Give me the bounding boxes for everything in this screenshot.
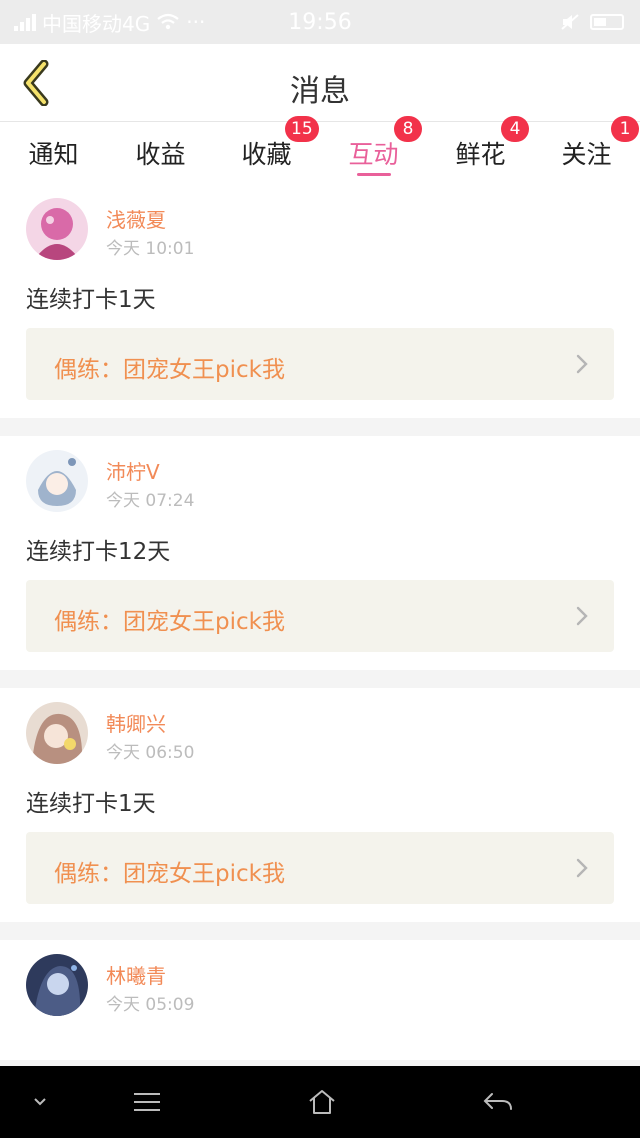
- message-card: 沛柠V 今天 07:24 连续打卡12天 偶练：团宠女王pick我: [0, 436, 640, 670]
- avatar[interactable]: [26, 954, 88, 1016]
- tab-label: 关注: [561, 140, 612, 169]
- message-list: 浅薇夏 今天 10:01 连续打卡1天 偶练：团宠女王pick我 沛柠V 今天 …: [0, 184, 640, 1060]
- user-name[interactable]: 浅薇夏: [106, 204, 166, 233]
- user-name[interactable]: 沛柠V: [106, 456, 160, 485]
- linked-work-card[interactable]: 偶练：团宠女王pick我: [26, 328, 614, 400]
- tab-interaction[interactable]: 互动 8: [320, 116, 427, 184]
- battery-icon: [590, 14, 624, 30]
- avatar-image: [26, 702, 88, 764]
- chevron-down-icon: [34, 1098, 46, 1106]
- tab-badge: 1: [611, 116, 639, 142]
- message-time: 今天 07:24: [106, 491, 195, 511]
- user-name[interactable]: 林曦青: [106, 960, 166, 989]
- tab-badge: 8: [394, 116, 422, 142]
- home-icon: [309, 1090, 335, 1114]
- user-name[interactable]: 韩卿兴: [106, 708, 166, 737]
- message-card: 林曦青 今天 05:09: [0, 940, 640, 1060]
- nav-menu-button[interactable]: [122, 1066, 172, 1138]
- tab-badge: 4: [501, 116, 529, 142]
- linked-work-card[interactable]: 偶练：团宠女王pick我: [26, 580, 614, 652]
- back-icon: [483, 1093, 512, 1110]
- mute-icon: [561, 14, 579, 30]
- status-right: [560, 13, 624, 31]
- menu-icon: [134, 1093, 160, 1111]
- message-card: 韩卿兴 今天 06:50 连续打卡1天 偶练：团宠女王pick我: [0, 688, 640, 922]
- carrier-label: 中国移动4G: [42, 11, 151, 36]
- linked-work-card[interactable]: 偶练：团宠女王pick我: [26, 832, 614, 904]
- avatar-image: [26, 954, 88, 1016]
- tab-badge: 15: [285, 116, 319, 142]
- chevron-right-icon: [576, 858, 588, 878]
- tab-notice[interactable]: 通知: [0, 122, 107, 184]
- tab-label: 收藏: [241, 140, 292, 169]
- linked-work-title: 偶练：团宠女王pick我: [54, 861, 285, 887]
- avatar-image: [26, 198, 88, 260]
- tab-flowers[interactable]: 鲜花 4: [427, 116, 534, 184]
- chevron-right-icon: [576, 606, 588, 626]
- nav-back-button[interactable]: [470, 1066, 526, 1138]
- page-title: 消息: [290, 74, 350, 109]
- message-content: 连续打卡1天: [26, 287, 156, 313]
- wifi-icon: [157, 13, 179, 30]
- message-content: 连续打卡1天: [26, 791, 156, 817]
- chevron-right-icon: [576, 354, 588, 374]
- more-dots-icon: ···: [186, 10, 206, 34]
- avatar-image: [26, 450, 88, 512]
- status-left: 中国移动4G ···: [14, 8, 205, 37]
- tab-label: 收益: [135, 140, 186, 169]
- tab-favorites[interactable]: 收藏 15: [213, 116, 320, 184]
- nav-home-button[interactable]: [296, 1066, 348, 1138]
- tab-follow[interactable]: 关注 1: [533, 116, 640, 184]
- header: 消息: [0, 44, 640, 122]
- active-tab-indicator: [356, 173, 391, 176]
- avatar[interactable]: [26, 702, 88, 764]
- message-card: 浅薇夏 今天 10:01 连续打卡1天 偶练：团宠女王pick我: [0, 184, 640, 418]
- system-nav-bar: [0, 1066, 640, 1138]
- status-bar: 中国移动4G ··· 19:56: [0, 0, 640, 44]
- linked-work-title: 偶练：团宠女王pick我: [54, 357, 285, 383]
- message-content: 连续打卡12天: [26, 539, 171, 565]
- message-time: 今天 10:01: [106, 239, 195, 259]
- avatar[interactable]: [26, 198, 88, 260]
- message-time: 今天 05:09: [106, 995, 195, 1015]
- linked-work-title: 偶练：团宠女王pick我: [54, 609, 285, 635]
- nav-collapse-button[interactable]: [20, 1066, 60, 1138]
- tab-bar: 通知 收益 收藏 15 互动 8 鲜花 4 关注 1: [0, 116, 640, 184]
- message-time: 今天 06:50: [106, 743, 195, 763]
- tab-earnings[interactable]: 收益: [107, 122, 214, 184]
- avatar[interactable]: [26, 450, 88, 512]
- tab-label: 互动: [348, 140, 399, 169]
- tab-label: 通知: [28, 140, 79, 169]
- signal-icon: [14, 13, 36, 31]
- tab-label: 鲜花: [455, 140, 506, 169]
